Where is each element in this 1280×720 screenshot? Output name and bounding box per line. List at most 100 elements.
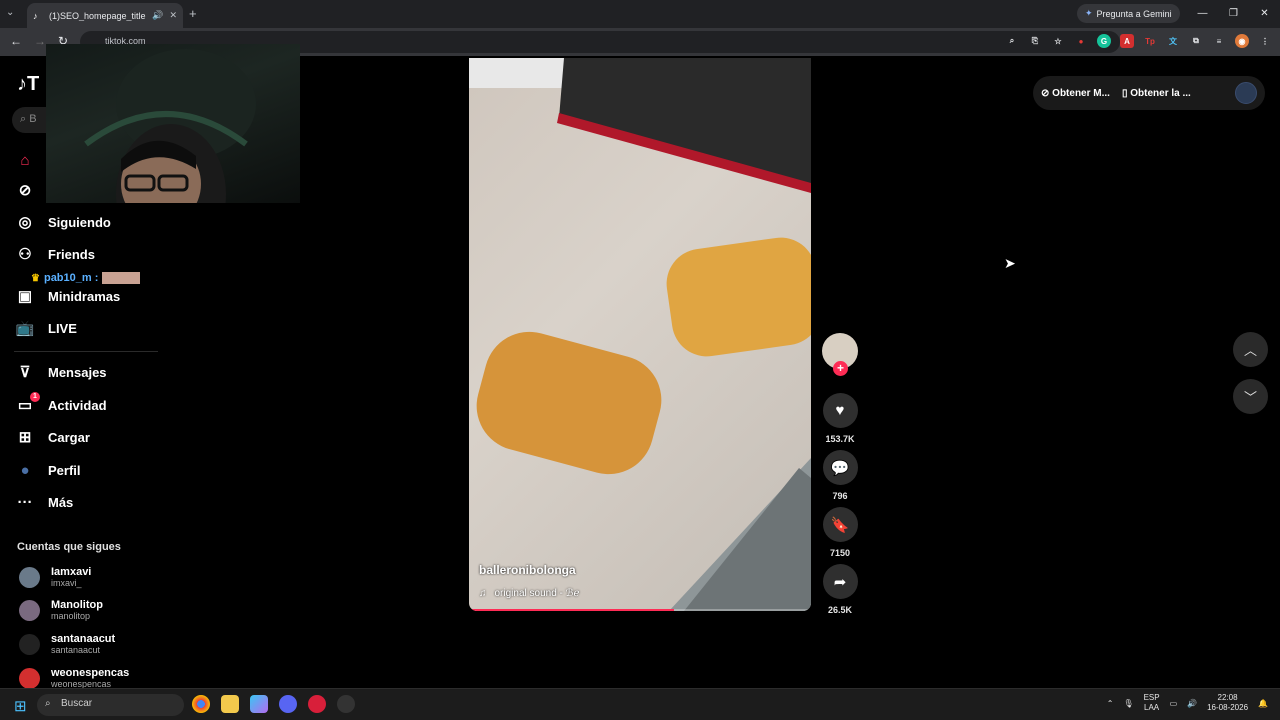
browser-tab[interactable]: ♪ (1)SEO_homepage_title 🔊 ✕ (27, 3, 183, 28)
back-icon[interactable]: ← (10, 34, 22, 48)
mouse-cursor-icon: ➤ (1004, 255, 1016, 271)
sidebar-item-friends[interactable]: ⚇ Friends (14, 242, 95, 266)
chevron-down-icon: ﹀ (1243, 390, 1257, 405)
tab-audio-icon[interactable]: 🔊 (152, 10, 163, 21)
activity-icon: ▭ 1 (14, 392, 40, 414)
notifications-icon[interactable]: 🔔 (1258, 699, 1268, 708)
tab-search-icon[interactable]: ⌄ (6, 7, 14, 18)
followed-account[interactable]: santanaacut santanaacut (19, 633, 115, 655)
forward-icon[interactable]: → (34, 34, 46, 48)
bookmark-star-icon[interactable]: ☆ (1051, 34, 1065, 48)
share-icon: ➦ (822, 564, 858, 599)
adblock-icon[interactable]: A (1120, 34, 1134, 48)
video-progress-bar[interactable] (469, 609, 811, 611)
sidebar-item-messages[interactable]: ⊽ Mensajes (14, 360, 107, 384)
comment-button[interactable]: 💬 796 (821, 450, 859, 501)
user-avatar[interactable] (1235, 82, 1257, 104)
app-red-icon[interactable] (308, 695, 326, 713)
followed-account[interactable]: Manolitop manolitop (19, 599, 103, 621)
tiktok-favicon-icon: ♪ (33, 10, 38, 21)
reading-list-icon[interactable]: ≡ (1212, 34, 1226, 48)
chrome-icon[interactable] (192, 695, 210, 713)
creator-avatar[interactable]: + (822, 333, 858, 376)
like-count: 153.7K (825, 434, 855, 444)
tab-close-icon[interactable]: ✕ (169, 10, 177, 21)
video-frame (469, 58, 811, 611)
get-app-button[interactable]: ▯ Obtener la ... (1122, 88, 1191, 99)
minidramas-icon: ▣ (17, 288, 33, 305)
extension-tp-icon[interactable]: Tp (1143, 34, 1157, 48)
sidebar-item-live[interactable]: 📺 LIVE (14, 316, 77, 340)
zoom-icon[interactable]: ⌕ (1005, 34, 1019, 48)
follow-plus-icon[interactable]: + (833, 361, 848, 376)
live-icon: 📺 (15, 320, 35, 337)
account-handle: santanaacut (51, 645, 101, 655)
music-note-icon: ♫ (479, 588, 487, 599)
followed-account[interactable]: Iamxavi imxavi_ (19, 566, 91, 588)
extension-red-drop-icon[interactable]: ● (1074, 34, 1088, 48)
taskbar-search-input[interactable]: ⌕ Buscar (37, 694, 184, 716)
file-explorer-icon[interactable] (221, 695, 239, 713)
get-coins-button[interactable]: ⊘ Obtener M... (1041, 88, 1110, 99)
get-coins-label: Obtener M... (1052, 87, 1110, 99)
minimize-icon[interactable]: — (1187, 0, 1218, 28)
share-button[interactable]: ➦ 26.5K (821, 564, 859, 615)
chrome-menu-icon[interactable]: ⋮ (1258, 34, 1272, 48)
sidebar-item-minidramas[interactable]: ▣ Minidramas (14, 284, 120, 308)
sidebar-item-explore[interactable]: ⊘ (14, 178, 36, 202)
messages-icon: ⊽ (19, 364, 31, 381)
sidebar-divider (14, 351, 158, 352)
account-name: Manolitop (51, 599, 103, 611)
save-button[interactable]: 🔖 7150 (821, 507, 859, 558)
chat-overlay-user: ♛ pab10_m : (31, 272, 141, 284)
install-app-icon[interactable]: ⎘ (1028, 34, 1042, 48)
sidebar-item-more[interactable]: ··· Más (14, 490, 74, 514)
explore-icon: ⊘ (18, 182, 32, 199)
microphone-icon[interactable]: 🎙 (1123, 699, 1133, 708)
search-placeholder: B (29, 113, 37, 125)
video-author[interactable]: balleronibolonga (479, 563, 576, 577)
video-progress-fill (469, 609, 675, 611)
sidebar-item-home[interactable]: ⌂ (14, 148, 36, 172)
copilot-icon[interactable] (250, 695, 268, 713)
window-controls: — ❐ ✕ (1187, 0, 1280, 28)
sidebar-item-activity[interactable]: ▭ 1 Actividad (14, 392, 107, 417)
like-button[interactable]: ♥ 153.7K (821, 393, 859, 444)
followed-account[interactable]: weonespencas weonespencas (19, 667, 129, 689)
language-indicator[interactable]: ESP LAA (1144, 693, 1160, 713)
next-video-button[interactable]: ﹀ (1233, 379, 1268, 414)
previous-video-button[interactable]: ︿ (1233, 332, 1268, 367)
clock[interactable]: 22:08 16-08-2026 (1207, 693, 1248, 713)
app-dark-icon[interactable] (337, 695, 355, 713)
chevron-up-icon[interactable]: ⌃ (1107, 699, 1114, 708)
windows-start-icon[interactable]: ⊞ (14, 697, 27, 715)
video-player[interactable]: balleronibolonga ♫ original sound - ℬℯ (469, 58, 811, 611)
new-tab-icon[interactable]: + (189, 6, 197, 21)
sidebar-item-following[interactable]: ◎ Siguiendo (14, 210, 110, 234)
close-window-icon[interactable]: ✕ (1249, 0, 1280, 28)
screen: ⌄ ♪ (1)SEO_homepage_title 🔊 ✕ + ✦ Pregun… (0, 0, 1280, 720)
volume-icon[interactable]: 🔊 (1187, 699, 1197, 708)
grammarly-icon[interactable]: G (1097, 34, 1111, 48)
gemini-label: Pregunta a Gemini (1096, 8, 1172, 19)
network-icon[interactable]: ▭ (1170, 699, 1178, 708)
webcam-overlay (46, 44, 300, 203)
extensions-puzzle-icon[interactable]: ⧉ (1189, 34, 1203, 48)
sidebar-item-label: Friends (48, 246, 95, 262)
sound-name: original sound - ℬℯ (494, 588, 580, 599)
discord-icon[interactable] (279, 695, 297, 713)
sidebar-item-profile[interactable]: ● Perfil (14, 458, 80, 482)
translate-icon[interactable]: 文 (1166, 34, 1180, 48)
video-sound[interactable]: ♫ original sound - ℬℯ (479, 588, 579, 599)
account-handle: imxavi_ (51, 578, 82, 588)
following-accounts-title: Cuentas que sigues (17, 541, 121, 553)
restore-icon[interactable]: ❐ (1218, 0, 1249, 28)
profile-avatar-icon[interactable]: ◉ (1235, 34, 1249, 48)
extensions-bar: ⌕ ⎘ ☆ ● G A Tp 文 ⧉ ≡ ◉ ⋮ (1005, 34, 1272, 48)
sidebar-item-upload[interactable]: ⊞ Cargar (14, 425, 90, 449)
tiktok-logo[interactable]: ♪T (17, 73, 39, 96)
gemini-button[interactable]: ✦ Pregunta a Gemini (1077, 4, 1180, 23)
sidebar-item-label: Actividad (48, 397, 107, 413)
system-tray: ⌃ 🎙 ESP LAA ▭ 🔊 22:08 16-08-2026 🔔 (1107, 693, 1268, 713)
language-code: ESP (1143, 693, 1160, 702)
